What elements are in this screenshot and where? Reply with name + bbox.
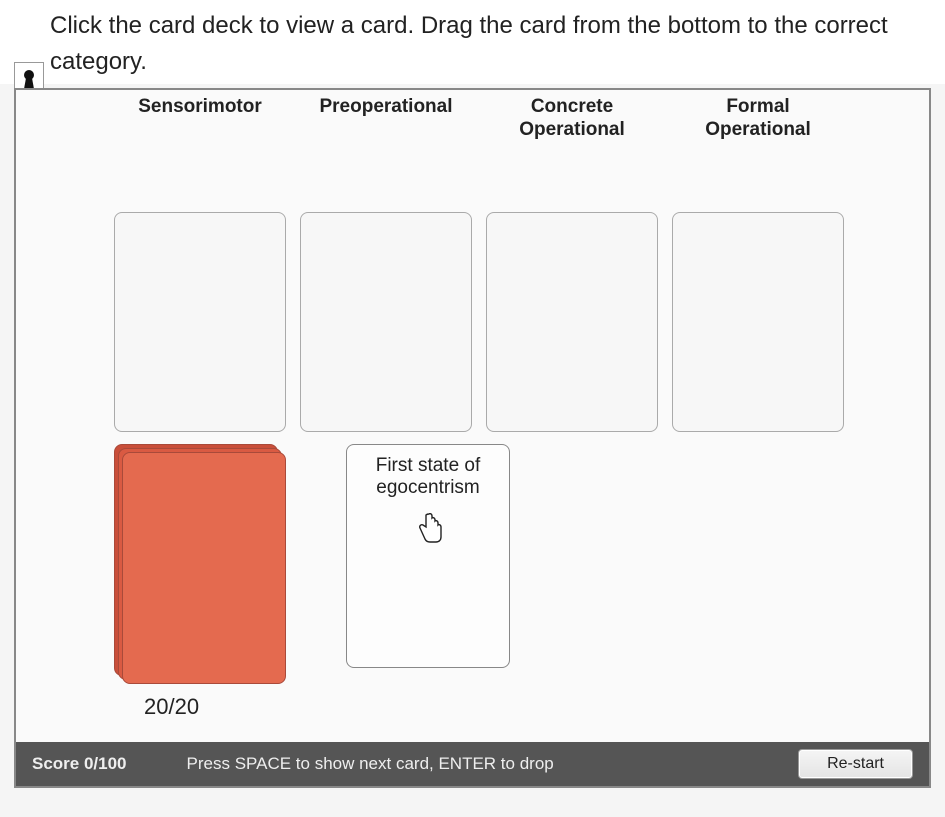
dropzone-formal-operational[interactable] xyxy=(672,212,844,432)
dropzone-sensorimotor[interactable] xyxy=(114,212,286,432)
game-area: Sensorimotor Preoperational Concrete Ope… xyxy=(14,88,931,788)
dropzone-concrete-operational[interactable] xyxy=(486,212,658,432)
pointer-cursor-icon xyxy=(417,513,443,543)
status-bar: Score 0/100 Press SPACE to show next car… xyxy=(16,742,929,786)
keyboard-hint: Press SPACE to show next card, ENTER to … xyxy=(187,754,554,774)
instructions-text: Click the card deck to view a card. Drag… xyxy=(0,0,945,84)
category-label-concrete-operational: Concrete Operational xyxy=(486,96,658,142)
drawn-card[interactable]: First state of egocentrism xyxy=(346,444,510,668)
score-text: Score 0/100 xyxy=(32,754,127,774)
dropzone-preoperational[interactable] xyxy=(300,212,472,432)
restart-button[interactable]: Re-start xyxy=(798,749,913,779)
bottom-row: 20/20 First state of egocentrism xyxy=(114,444,510,686)
deck-count: 20/20 xyxy=(144,694,199,720)
deck-card-back xyxy=(122,452,286,684)
deck-wrap: 20/20 xyxy=(114,444,286,686)
category-label-preoperational: Preoperational xyxy=(300,96,472,142)
card-deck[interactable] xyxy=(114,444,286,686)
drawn-card-text: First state of egocentrism xyxy=(355,455,501,499)
dropzones-row xyxy=(16,142,929,432)
category-labels-row: Sensorimotor Preoperational Concrete Ope… xyxy=(16,90,929,142)
category-label-formal-operational: Formal Operational xyxy=(672,96,844,142)
category-label-sensorimotor: Sensorimotor xyxy=(114,96,286,142)
